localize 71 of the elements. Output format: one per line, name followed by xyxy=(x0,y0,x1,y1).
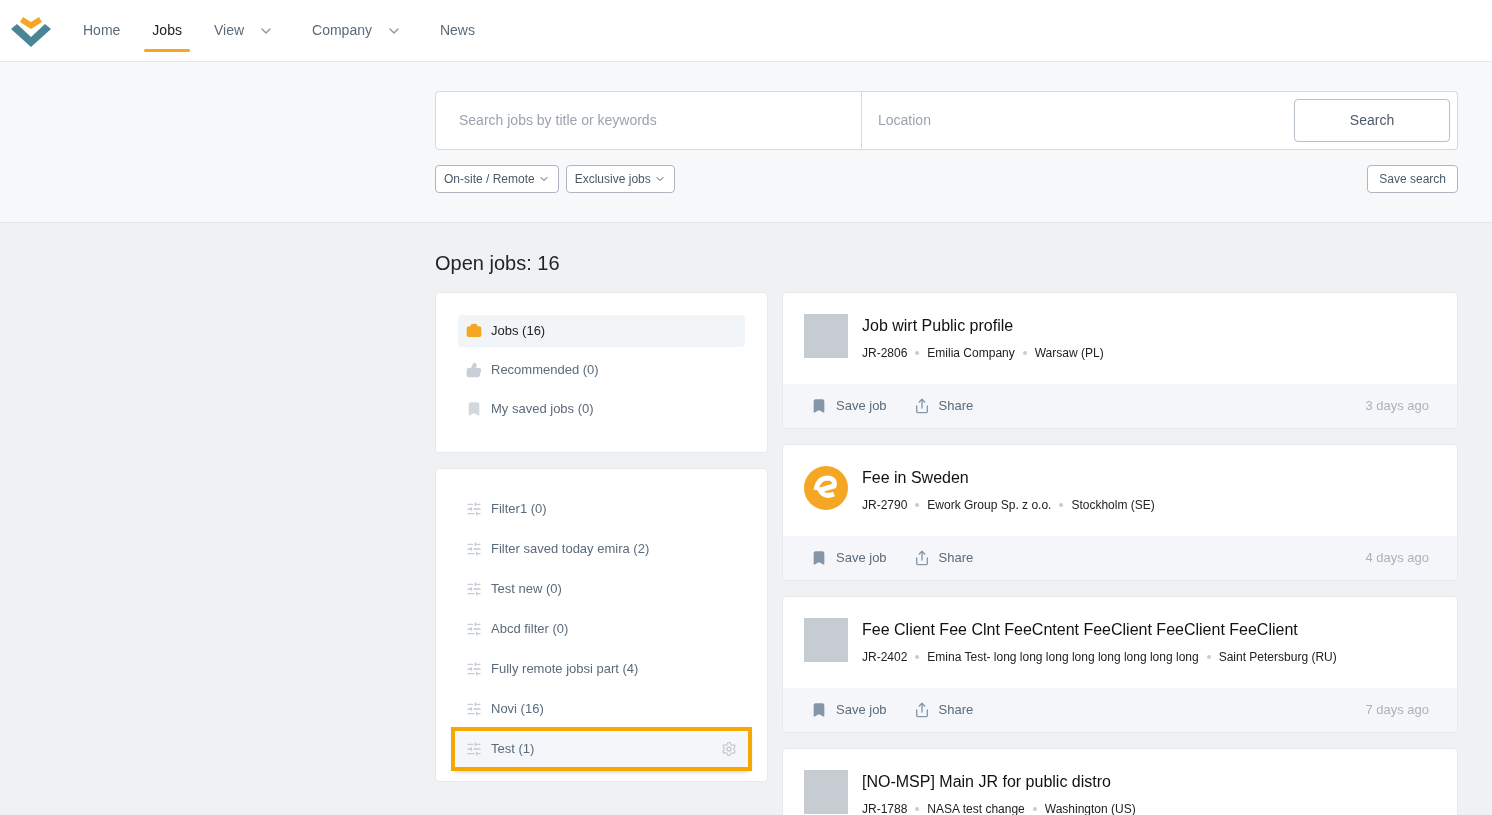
saved-filter-item[interactable]: Novi (16) xyxy=(458,691,745,727)
job-card[interactable]: [NO-MSP] Main JR for public distro JR-1788 NASA test change Washington (US) xyxy=(782,748,1458,815)
job-location: Warsaw (PL) xyxy=(1034,345,1104,362)
active-tab-underline xyxy=(144,49,190,52)
photo-placeholder xyxy=(804,314,848,358)
job-id: JR-2806 xyxy=(862,345,908,362)
saved-filter-item[interactable]: Fully remote jobsi part (4) xyxy=(458,651,745,687)
company-name: Emina Test- long long long long long long long long xyxy=(927,649,1199,666)
filter-dropdown[interactable]: On-site / Remote xyxy=(435,165,559,193)
bookmark-icon xyxy=(811,702,827,718)
job-id: JR-1788 xyxy=(862,801,908,815)
sliders-icon xyxy=(466,621,482,637)
briefcase-icon xyxy=(466,323,482,339)
posted-time: 4 days ago xyxy=(1365,549,1429,568)
job-card[interactable]: Fee Client Fee Clnt FeeCntent FeeClient FeeClient FeeClient JR-2402 Emina Test- long long long long long long long long Saint Petersburg (RU) Save job Share 7 days ago xyxy=(782,596,1458,733)
nav-link[interactable]: Company xyxy=(304,0,410,61)
job-list-item[interactable]: My saved jobs (0) xyxy=(458,393,745,425)
job-title[interactable]: Fee Client Fee Clnt FeeCntent FeeClient FeeClient FeeClient xyxy=(862,618,1337,642)
sliders-icon xyxy=(466,541,482,557)
saved-filter-item[interactable]: Abcd filter (0) xyxy=(458,611,745,647)
share-icon xyxy=(913,702,930,718)
keywords-field[interactable]: Search jobs by title or keywords xyxy=(435,91,862,150)
job-location: Stockholm (SE) xyxy=(1071,497,1155,514)
search-button[interactable]: Search xyxy=(1294,99,1450,142)
location-field[interactable]: Location Search xyxy=(862,91,1458,150)
nav-link[interactable]: Jobs xyxy=(144,0,190,61)
sliders-icon xyxy=(466,701,482,717)
bookmark-icon xyxy=(811,398,827,414)
bookmark-icon xyxy=(466,401,482,417)
thumbs-up-icon xyxy=(466,362,482,378)
save-job-button[interactable]: Save job xyxy=(811,700,887,720)
company-name: Emilia Company xyxy=(927,345,1015,362)
save-job-button[interactable]: Save job xyxy=(811,396,887,416)
job-title[interactable]: Fee in Sweden xyxy=(862,466,1155,490)
sliders-icon xyxy=(466,501,482,517)
share-button[interactable]: Share xyxy=(913,396,974,416)
sliders-icon xyxy=(466,581,482,597)
share-button[interactable]: Share xyxy=(913,700,974,720)
posted-time: 7 days ago xyxy=(1365,701,1429,720)
open-jobs-heading: Open jobs: 16 xyxy=(435,251,561,276)
save-search-button[interactable]: Save search xyxy=(1367,165,1458,193)
photo-placeholder xyxy=(804,770,848,814)
share-button[interactable]: Share xyxy=(913,548,974,568)
job-list-item[interactable]: Recommended (0) xyxy=(458,354,745,386)
posted-time: 3 days ago xyxy=(1365,397,1429,416)
job-title[interactable]: Job wirt Public profile xyxy=(862,314,1104,338)
bookmark-icon xyxy=(811,550,827,566)
nav-link[interactable]: News xyxy=(431,0,483,61)
saved-filter-item[interactable]: Filter saved today emira (2) xyxy=(458,531,745,567)
job-location: Washington (US) xyxy=(1044,801,1136,815)
job-location: Saint Petersburg (RU) xyxy=(1218,649,1337,666)
share-icon xyxy=(913,550,930,566)
share-icon xyxy=(913,398,930,414)
job-list-item[interactable]: Jobs (16) xyxy=(458,315,745,347)
sliders-icon xyxy=(466,661,482,677)
company-logo-icon xyxy=(804,466,848,510)
job-title[interactable]: [NO-MSP] Main JR for public distro xyxy=(862,770,1136,794)
sliders-icon xyxy=(466,741,482,757)
save-job-button[interactable]: Save job xyxy=(811,548,887,568)
saved-filter-item[interactable]: Test new (0) xyxy=(458,571,745,607)
nav-link[interactable]: Home xyxy=(75,0,129,61)
company-name: NASA test change xyxy=(927,801,1025,815)
job-id: JR-2790 xyxy=(862,497,908,514)
photo-placeholder xyxy=(804,618,848,662)
job-id: JR-2402 xyxy=(862,649,908,666)
saved-filter-item[interactable]: Filter1 (0) xyxy=(458,491,745,527)
nav-link[interactable]: View xyxy=(205,0,283,61)
company-name: Ework Group Sp. z o.o. xyxy=(927,497,1052,514)
filter-dropdown[interactable]: Exclusive jobs xyxy=(565,165,675,193)
job-card[interactable]: Job wirt Public profile JR-2806 Emilia Company Warsaw (PL) Save job Share 3 days ago xyxy=(782,292,1458,429)
job-card[interactable]: Fee in Sweden JR-2790 Ework Group Sp. z o.o. Stockholm (SE) Save job Share 4 days ago xyxy=(782,444,1458,581)
